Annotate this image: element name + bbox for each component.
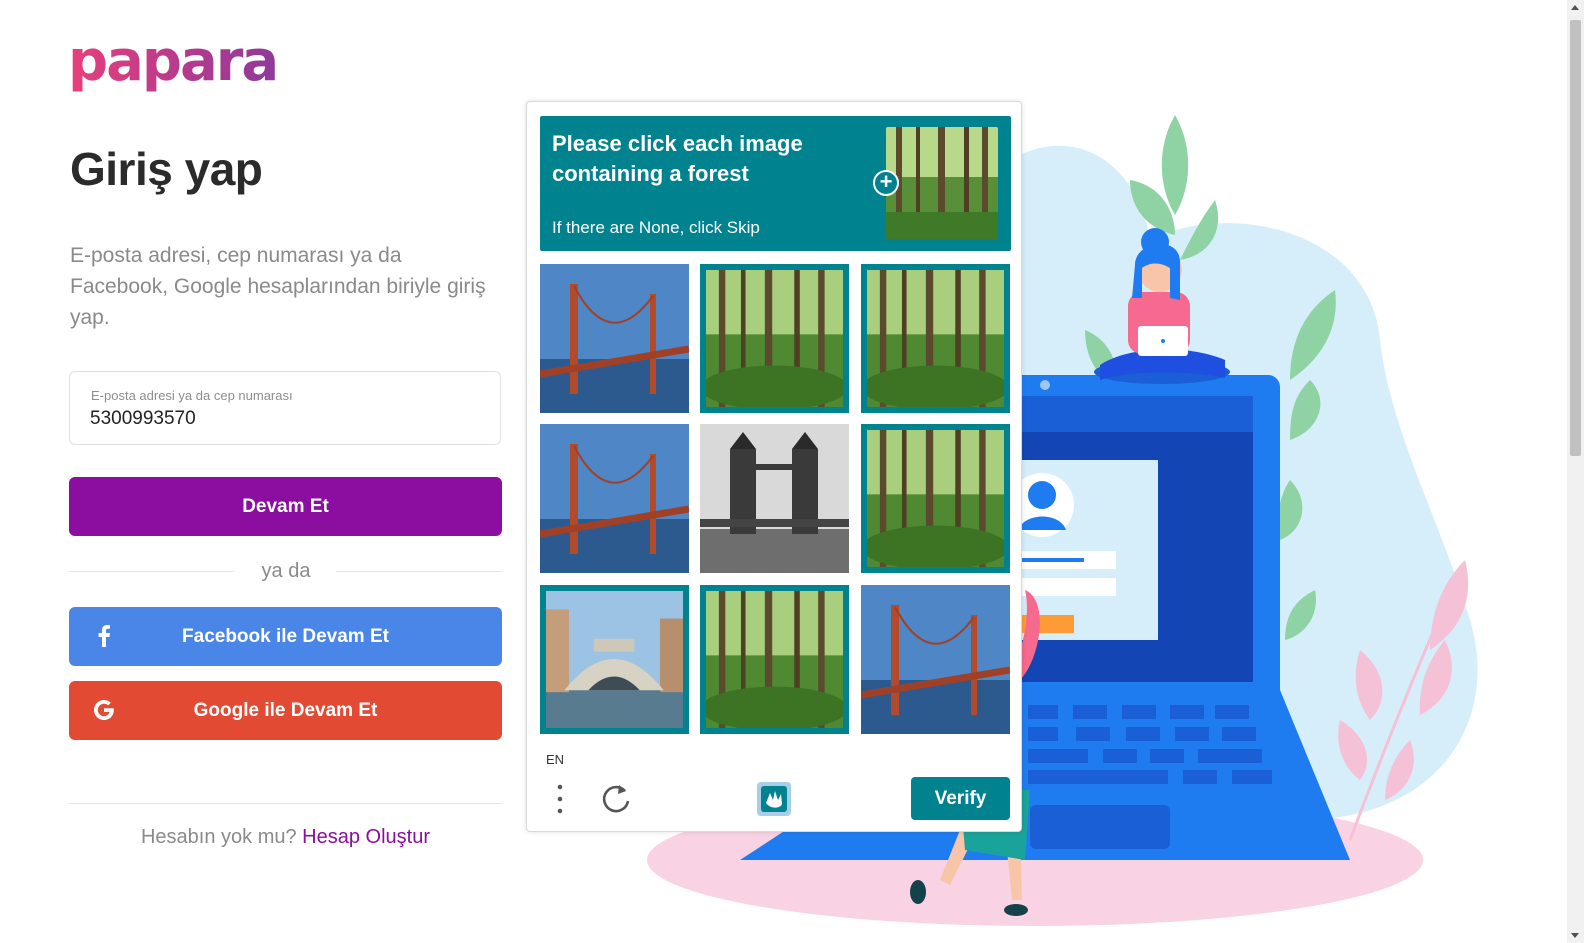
facebook-login-button[interactable]: Facebook ile Devam Et (69, 607, 502, 666)
papara-logo[interactable]: papara (68, 30, 279, 94)
signup-question: Hesabın yok mu? (140, 826, 297, 848)
or-separator: ya da (261, 560, 311, 582)
login-subtitle: E-posta adresi, cep numarası ya da Faceb… (70, 244, 486, 329)
scroll-down-arrow-icon[interactable] (1571, 933, 1579, 938)
captcha-tile-image (540, 424, 689, 573)
captcha-tile-image (861, 585, 1010, 734)
facebook-icon (89, 621, 119, 651)
page-title: Giriş yap (70, 143, 263, 195)
captcha-tile[interactable] (861, 424, 1010, 573)
captcha-tile-image (706, 591, 843, 728)
continue-button[interactable]: Devam Et (69, 477, 502, 536)
signup-prompt: Hesabın yok mu? Hesap Oluştur (69, 826, 502, 849)
captcha-tile-image (867, 430, 1004, 567)
scrollbar-thumb[interactable] (1570, 20, 1581, 456)
refresh-icon[interactable] (599, 782, 633, 816)
facebook-login-label: Facebook ile Devam Et (182, 625, 389, 647)
captcha-tile-image (700, 424, 849, 573)
captcha-tile[interactable] (540, 424, 689, 573)
email-field-label: E-posta adresi ya da cep numarası (91, 388, 293, 403)
captcha-tile[interactable] (700, 424, 849, 573)
captcha-header: Please click each image containing a for… (540, 116, 1011, 251)
captcha-tile-image (546, 591, 683, 728)
google-login-button[interactable]: Google ile Devam Et (69, 681, 502, 740)
email-field[interactable]: E-posta adresi ya da cep numarası (69, 371, 501, 445)
captcha-tile[interactable] (700, 585, 849, 734)
google-login-label: Google ile Devam Et (193, 699, 378, 721)
hcaptcha-logo-icon[interactable] (753, 778, 795, 820)
captcha-tile-image (706, 270, 843, 407)
language-selector[interactable]: EN (546, 752, 564, 767)
create-account-link[interactable]: Hesap Oluştur (302, 826, 430, 848)
page-scrollbar[interactable] (1567, 0, 1584, 943)
captcha-tile[interactable] (700, 264, 849, 413)
verify-button[interactable]: Verify (911, 777, 1010, 820)
captcha-prompt: Please click each image containing a for… (552, 131, 803, 186)
divider-right (336, 571, 502, 572)
scroll-up-arrow-icon[interactable] (1571, 5, 1579, 10)
email-input[interactable] (90, 408, 470, 430)
verify-button-label: Verify (934, 787, 987, 809)
captcha-tile[interactable] (540, 264, 689, 413)
footer-divider (69, 803, 502, 804)
more-options-icon[interactable] (553, 781, 567, 817)
captcha-tile-image (867, 270, 1004, 407)
captcha-tile[interactable] (540, 585, 689, 734)
captcha-tile[interactable] (861, 585, 1010, 734)
continue-button-label: Devam Et (242, 495, 329, 517)
expand-example-icon[interactable]: + (873, 170, 899, 196)
captcha-challenge: Please click each image containing a for… (526, 101, 1022, 832)
divider-left (69, 571, 234, 572)
captcha-hint: If there are None, click Skip (552, 218, 760, 237)
captcha-tile-image (540, 264, 689, 413)
google-icon (89, 695, 119, 725)
captcha-example-image[interactable] (886, 127, 998, 239)
captcha-tile[interactable] (861, 264, 1010, 413)
